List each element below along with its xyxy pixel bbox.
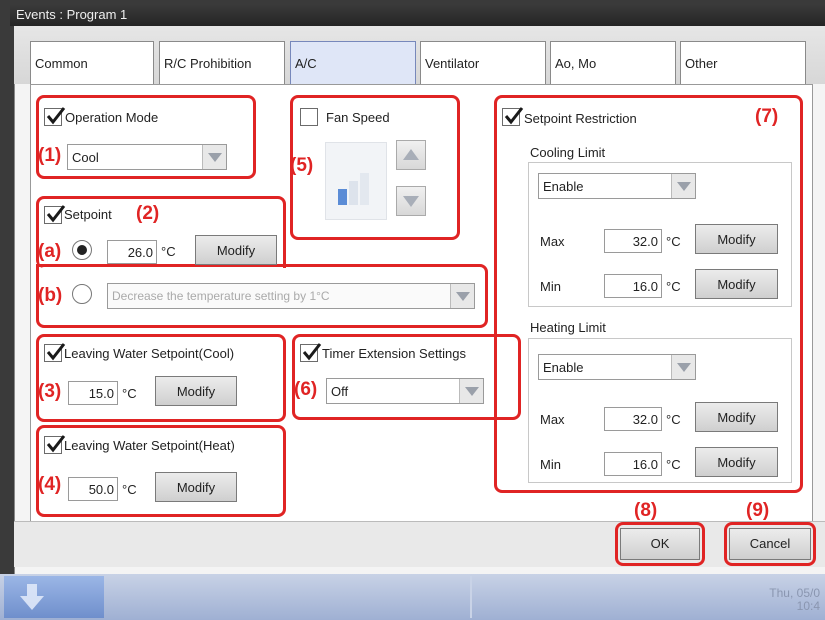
marker-1: (1) xyxy=(38,145,62,166)
setpoint-label: Setpoint xyxy=(64,207,112,222)
marker-b: (b) xyxy=(38,285,63,306)
ok-button[interactable]: OK xyxy=(620,528,700,560)
cooling-limit-title: Cooling Limit xyxy=(530,145,606,160)
chevron-down-icon[interactable] xyxy=(450,284,474,308)
fan-speed-level-display xyxy=(325,142,387,220)
taskbar-divider xyxy=(470,576,472,618)
cooling-max-modify-button[interactable]: Modify xyxy=(695,224,778,254)
check-icon xyxy=(302,343,322,361)
window-title: Events : Program 1 xyxy=(10,4,825,26)
marker-9: (9) xyxy=(746,500,770,521)
marker-6: (6) xyxy=(294,379,318,400)
lws-heat-value-field[interactable]: 50.0 xyxy=(68,477,118,501)
chevron-down-icon[interactable] xyxy=(202,145,226,169)
heating-min-field[interactable]: 16.0 xyxy=(604,452,662,476)
taskbar xyxy=(0,574,825,620)
marker-7: (7) xyxy=(755,106,779,127)
heating-min-unit: °C xyxy=(666,457,681,472)
marker-8: (8) xyxy=(634,500,658,521)
cancel-button[interactable]: Cancel xyxy=(729,528,811,560)
setpoint-unit: °C xyxy=(161,244,176,259)
tab-rc-prohibition[interactable]: R/C Prohibition xyxy=(159,41,285,84)
timer-extension-value: Off xyxy=(331,384,349,399)
cooling-min-label: Min xyxy=(540,279,561,294)
heating-min-modify-button[interactable]: Modify xyxy=(695,447,778,477)
triangle-up-icon xyxy=(403,149,419,160)
setpoint-option-a-radio[interactable] xyxy=(72,240,92,260)
operation-mode-value: Cool xyxy=(72,150,99,165)
fan-speed-down-button[interactable] xyxy=(396,186,426,216)
heating-max-label: Max xyxy=(540,412,565,427)
triangle-down-icon xyxy=(403,196,419,207)
fan-level-bars-icon xyxy=(338,173,369,205)
lws-heat-checkbox[interactable] xyxy=(44,435,66,454)
setpoint-restriction-checkbox[interactable] xyxy=(502,107,524,126)
timer-extension-label: Timer Extension Settings xyxy=(322,346,467,361)
fan-speed-up-button[interactable] xyxy=(396,140,426,170)
setpoint-adjust-select[interactable]: Decrease the temperature setting by 1°C xyxy=(107,283,475,309)
check-icon xyxy=(46,107,66,125)
cooling-limit-mode-value: Enable xyxy=(543,179,584,194)
lws-cool-value-field[interactable]: 15.0 xyxy=(68,381,118,405)
cooling-min-field[interactable]: 16.0 xyxy=(604,274,662,298)
cooling-min-unit: °C xyxy=(666,279,681,294)
setpoint-modify-button[interactable]: Modify xyxy=(195,235,277,265)
cooling-max-field[interactable]: 32.0 xyxy=(604,229,662,253)
marker-5: (5) xyxy=(290,155,314,176)
lws-heat-modify-button[interactable]: Modify xyxy=(155,472,237,502)
setpoint-option-b-radio[interactable] xyxy=(72,284,92,304)
lws-heat-label: Leaving Water Setpoint(Heat) xyxy=(64,438,235,453)
tab-ac[interactable]: A/C xyxy=(290,41,416,84)
timer-extension-checkbox[interactable] xyxy=(300,343,322,362)
lws-cool-checkbox[interactable] xyxy=(44,343,66,362)
heating-max-unit: °C xyxy=(666,412,681,427)
chevron-down-icon[interactable] xyxy=(671,174,695,198)
lws-cool-label: Leaving Water Setpoint(Cool) xyxy=(64,346,235,361)
marker-3: (3) xyxy=(38,381,62,402)
clock-time: 10:4 xyxy=(796,599,820,613)
heating-min-label: Min xyxy=(540,457,561,472)
setpoint-checkbox[interactable] xyxy=(44,205,66,224)
setpoint-restriction-label: Setpoint Restriction xyxy=(524,111,637,126)
tab-other[interactable]: Other xyxy=(680,41,806,84)
heating-max-modify-button[interactable]: Modify xyxy=(695,402,778,432)
chevron-down-icon[interactable] xyxy=(671,355,695,379)
cooling-min-modify-button[interactable]: Modify xyxy=(695,269,778,299)
arrow-down-icon xyxy=(18,582,46,612)
lws-heat-unit: °C xyxy=(122,482,137,497)
chevron-down-icon[interactable] xyxy=(459,379,483,403)
heating-limit-mode-value: Enable xyxy=(543,360,584,375)
cooling-max-label: Max xyxy=(540,234,565,249)
check-icon xyxy=(504,107,524,125)
lws-cool-unit: °C xyxy=(122,386,137,401)
heating-max-field[interactable]: 32.0 xyxy=(604,407,662,431)
operation-mode-label: Operation Mode xyxy=(65,110,159,125)
tab-common[interactable]: Common xyxy=(30,41,154,84)
heating-limit-title: Heating Limit xyxy=(530,320,606,335)
lws-cool-modify-button[interactable]: Modify xyxy=(155,376,237,406)
marker-2: (2) xyxy=(136,203,160,224)
fan-speed-label: Fan Speed xyxy=(326,110,390,125)
fan-speed-checkbox[interactable] xyxy=(300,108,318,126)
setpoint-adjust-value: Decrease the temperature setting by 1°C xyxy=(112,289,330,303)
cooling-max-unit: °C xyxy=(666,234,681,249)
operation-mode-checkbox[interactable] xyxy=(44,107,66,126)
marker-a: (a) xyxy=(38,241,62,262)
tab-ventilator[interactable]: Ventilator xyxy=(420,41,546,84)
taskbar-clock: Thu, 05/0 10:4 xyxy=(720,587,820,613)
marker-4: (4) xyxy=(38,474,62,495)
setpoint-value-field[interactable]: 26.0 xyxy=(107,240,157,264)
tab-ao-mo[interactable]: Ao, Mo xyxy=(550,41,676,84)
